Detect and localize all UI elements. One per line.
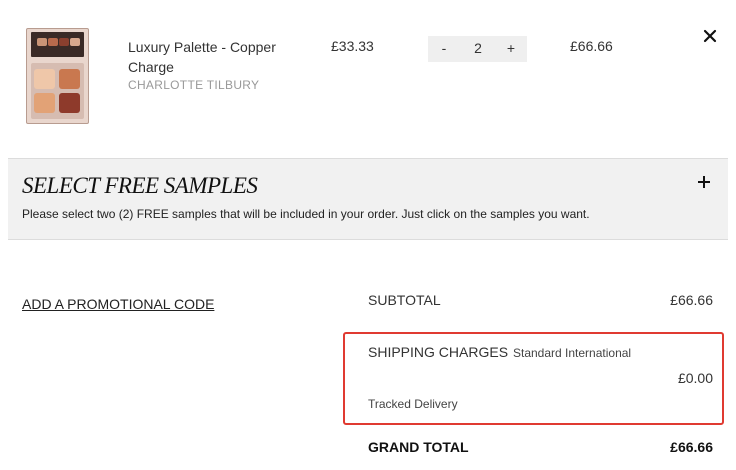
shipping-label: SHIPPING CHARGES	[368, 344, 509, 360]
close-icon[interactable]	[701, 27, 719, 45]
shipping-method: Standard International	[513, 346, 632, 360]
eyeshadow-palette-image[interactable]	[26, 28, 89, 124]
decrease-quantity-button[interactable]: -	[438, 40, 450, 56]
free-samples-title: SELECT FREE SAMPLES	[22, 173, 258, 198]
add-promo-code-link[interactable]: ADD A PROMOTIONAL CODE	[22, 296, 214, 312]
shipping-note: Tracked Delivery	[368, 397, 458, 411]
free-samples-description: Please select two (2) FREE samples that …	[22, 207, 590, 221]
shipping-charges-box: SHIPPING CHARGES Standard International …	[343, 332, 724, 425]
unit-price: £33.33	[331, 38, 374, 54]
shipping-value: £0.00	[677, 370, 713, 386]
palette-lid	[31, 32, 84, 57]
line-total: £66.66	[570, 38, 613, 54]
quantity-stepper: - 2 +	[428, 36, 527, 62]
product-name[interactable]: Luxury Palette - Copper Charge	[128, 37, 298, 77]
plus-icon[interactable]	[696, 174, 712, 190]
palette-tray	[31, 63, 84, 119]
quantity-value[interactable]: 2	[468, 40, 488, 56]
grand-total-value: £66.66	[670, 439, 713, 455]
subtotal-value: £66.66	[670, 292, 713, 308]
cart-item-row: Luxury Palette - Copper Charge CHARLOTTE…	[0, 0, 736, 135]
grand-total-label: GRAND TOTAL	[368, 439, 469, 455]
free-samples-panel[interactable]: SELECT FREE SAMPLES Please select two (2…	[8, 158, 728, 240]
increase-quantity-button[interactable]: +	[505, 40, 517, 56]
product-brand: CHARLOTTE TILBURY	[128, 78, 260, 92]
subtotal-label: SUBTOTAL	[368, 292, 441, 308]
